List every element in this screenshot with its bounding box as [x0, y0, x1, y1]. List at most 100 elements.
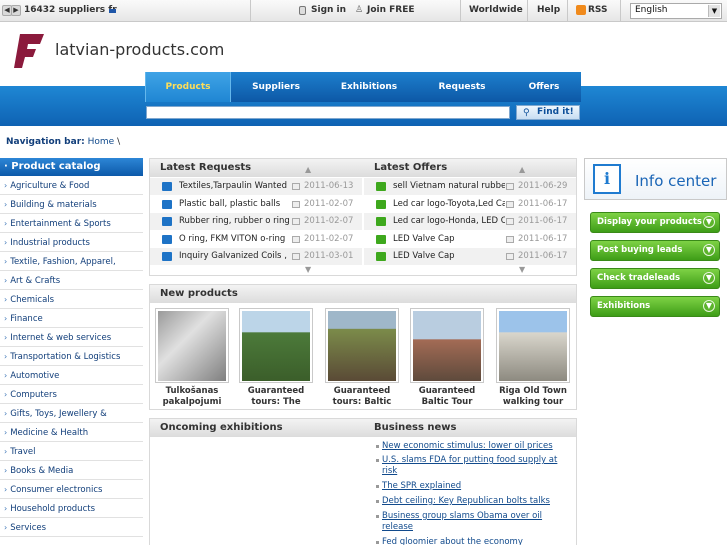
- find-button[interactable]: ⚲ Find it!: [516, 105, 580, 120]
- latest-requests-title: Latest Requests: [160, 162, 252, 173]
- list-item[interactable]: Textiles,Tarpaulin Wanted 2011-06-13: [150, 178, 362, 195]
- scroll-up-icon[interactable]: ▲: [519, 161, 525, 179]
- news-link[interactable]: New economic stimulus: lower oil prices: [376, 441, 562, 452]
- product-caption-line: Guaranteed: [333, 386, 391, 396]
- catalog-item[interactable]: › Household products: [0, 499, 143, 518]
- list-item[interactable]: sell Vietnam natural rubber 2011-06-29: [364, 178, 576, 195]
- catalog-title: · Product catalog: [0, 158, 143, 176]
- item-title: Textiles,Tarpaulin Wanted: [179, 181, 287, 191]
- sign-in-link[interactable]: Sign in: [311, 5, 346, 15]
- suppliers-ticker[interactable]: 16432 suppliers fr: [24, 5, 117, 15]
- bottom-panel: Oncoming exhibitions Business news New e…: [149, 418, 577, 545]
- catalog-item[interactable]: › Consumer electronics: [0, 480, 143, 499]
- info-center-title: Info center: [635, 172, 717, 190]
- catalog-item-label: Consumer electronics: [10, 485, 103, 495]
- chevron-right-icon: ›: [4, 352, 8, 361]
- catalog-item[interactable]: › Art & Crafts: [0, 271, 143, 290]
- product-caption[interactable]: Riga Old Town walking tour: [493, 386, 573, 408]
- info-center-button[interactable]: Display your products ▼: [590, 212, 720, 233]
- catalog-item[interactable]: › Transportation & Logistics: [0, 347, 143, 366]
- list-item[interactable]: Led car logo-Toyota,Led Car 2011-06-17: [364, 196, 576, 213]
- product-image: [413, 311, 481, 381]
- next-arrow-button[interactable]: ▶: [11, 5, 21, 16]
- bullet-icon: [376, 445, 379, 448]
- info-center-button-label: Display your products: [597, 217, 702, 227]
- list-item[interactable]: LED Valve Cap 2011-06-17: [364, 231, 576, 248]
- product-caption[interactable]: Guaranteed tours: The: [236, 386, 316, 408]
- news-link[interactable]: Fed gloomier about the economy: [376, 537, 562, 545]
- info-center-button[interactable]: Exhibitions ▼: [590, 296, 720, 317]
- catalog-item-label: Automotive: [10, 371, 60, 381]
- scroll-down-icon[interactable]: ▼: [519, 265, 525, 274]
- calendar-icon: [292, 235, 300, 243]
- product-caption[interactable]: Tulkošanas pakalpojumi: [152, 386, 232, 408]
- catalog-item[interactable]: › Building & materials: [0, 195, 143, 214]
- list-item[interactable]: Inquiry Galvanized Coils , 2011-03-01: [150, 248, 362, 265]
- business-news-title: Business news: [374, 422, 457, 433]
- catalog-item[interactable]: › Entertainment & Sports: [0, 214, 143, 233]
- latest-panel-header: Latest Requests ▲ Latest Offers ▲: [150, 159, 576, 177]
- chevron-right-icon: ›: [4, 409, 8, 418]
- list-item[interactable]: O ring, FKM VITON o-ring 2011-02-07: [150, 231, 362, 248]
- search-input[interactable]: [146, 106, 510, 119]
- calendar-icon: [292, 200, 300, 208]
- news-text: The SPR explained: [382, 481, 462, 491]
- catalog-item[interactable]: › Chemicals: [0, 290, 143, 309]
- calendar-icon: [292, 183, 300, 190]
- product-thumbnail[interactable]: [239, 308, 313, 383]
- news-link[interactable]: U.S. slams FDA for putting food supply a…: [376, 455, 562, 477]
- catalog-item[interactable]: › Textile, Fashion, Apparel,: [0, 252, 143, 271]
- catalog-item[interactable]: › Agriculture & Food: [0, 176, 143, 195]
- catalog-item[interactable]: › Industrial products: [0, 233, 143, 252]
- chevron-down-icon: ▼: [703, 300, 715, 312]
- catalog-item[interactable]: › Medicine & Health: [0, 423, 143, 442]
- product-caption[interactable]: Guaranteed tours: Baltic: [322, 386, 402, 408]
- main-nav: Products Suppliers Exhibitions Requests …: [145, 72, 581, 102]
- list-item[interactable]: LED Valve Cap 2011-06-17: [364, 248, 576, 265]
- bullet-icon: [376, 515, 379, 518]
- product-caption-line: Riga Old Town: [499, 386, 567, 396]
- item-title: sell Vietnam natural rubber: [393, 181, 505, 191]
- product-thumbnail[interactable]: [410, 308, 484, 383]
- list-item[interactable]: Rubber ring, rubber o ring 2011-02-07: [150, 213, 362, 230]
- language-select[interactable]: English ▼: [630, 3, 722, 19]
- worldwide-link[interactable]: Worldwide: [469, 5, 523, 15]
- breadcrumb: Navigation bar: Home \: [6, 137, 120, 147]
- chevron-right-icon: ›: [4, 181, 8, 190]
- info-center-button[interactable]: Post buying leads ▼: [590, 240, 720, 261]
- catalog-item[interactable]: › Books & Media: [0, 461, 143, 480]
- new-products-title: New products: [150, 285, 576, 303]
- chevron-down-icon: ▼: [703, 216, 715, 228]
- logo-text[interactable]: latvian-products.com: [55, 40, 224, 59]
- catalog-item[interactable]: › Internet & web services: [0, 328, 143, 347]
- join-free-link[interactable]: Join FREE: [367, 5, 415, 15]
- tab-suppliers[interactable]: Suppliers: [231, 72, 321, 102]
- news-link[interactable]: Business group slams Obama over oil rele…: [376, 511, 562, 533]
- breadcrumb-home-link[interactable]: Home: [88, 137, 115, 147]
- tab-products[interactable]: Products: [145, 72, 231, 102]
- catalog-item[interactable]: › Automotive: [0, 366, 143, 385]
- news-link[interactable]: Debt ceiling: Key Republican bolts talks: [376, 496, 562, 507]
- news-link[interactable]: The SPR explained: [376, 481, 562, 492]
- catalog-item[interactable]: › Finance: [0, 309, 143, 328]
- product-thumbnail[interactable]: [155, 308, 229, 383]
- tab-exhibitions[interactable]: Exhibitions: [321, 72, 417, 102]
- tab-offers[interactable]: Offers: [507, 72, 581, 102]
- scroll-down-icon[interactable]: ▼: [305, 265, 311, 274]
- catalog-item[interactable]: › Computers: [0, 385, 143, 404]
- product-caption[interactable]: Guaranteed Baltic Tour: [407, 386, 487, 408]
- catalog-item[interactable]: › Gifts, Toys, Jewellery &: [0, 404, 143, 423]
- scroll-up-icon[interactable]: ▲: [305, 161, 311, 179]
- list-item[interactable]: Plastic ball, plastic balls 2011-02-07: [150, 196, 362, 213]
- help-link[interactable]: Help: [537, 5, 560, 15]
- flag-icon: [109, 9, 116, 13]
- list-item[interactable]: Led car logo-Honda, LED Car 2011-06-17: [364, 213, 576, 230]
- item-date: 2011-06-17: [518, 233, 568, 244]
- tab-requests[interactable]: Requests: [417, 72, 507, 102]
- info-center-button[interactable]: Check tradeleads ▼: [590, 268, 720, 289]
- catalog-item[interactable]: › Services: [0, 518, 143, 537]
- product-thumbnail[interactable]: [496, 308, 570, 383]
- rss-link[interactable]: RSS: [588, 5, 608, 15]
- product-thumbnail[interactable]: [325, 308, 399, 383]
- catalog-item[interactable]: › Travel: [0, 442, 143, 461]
